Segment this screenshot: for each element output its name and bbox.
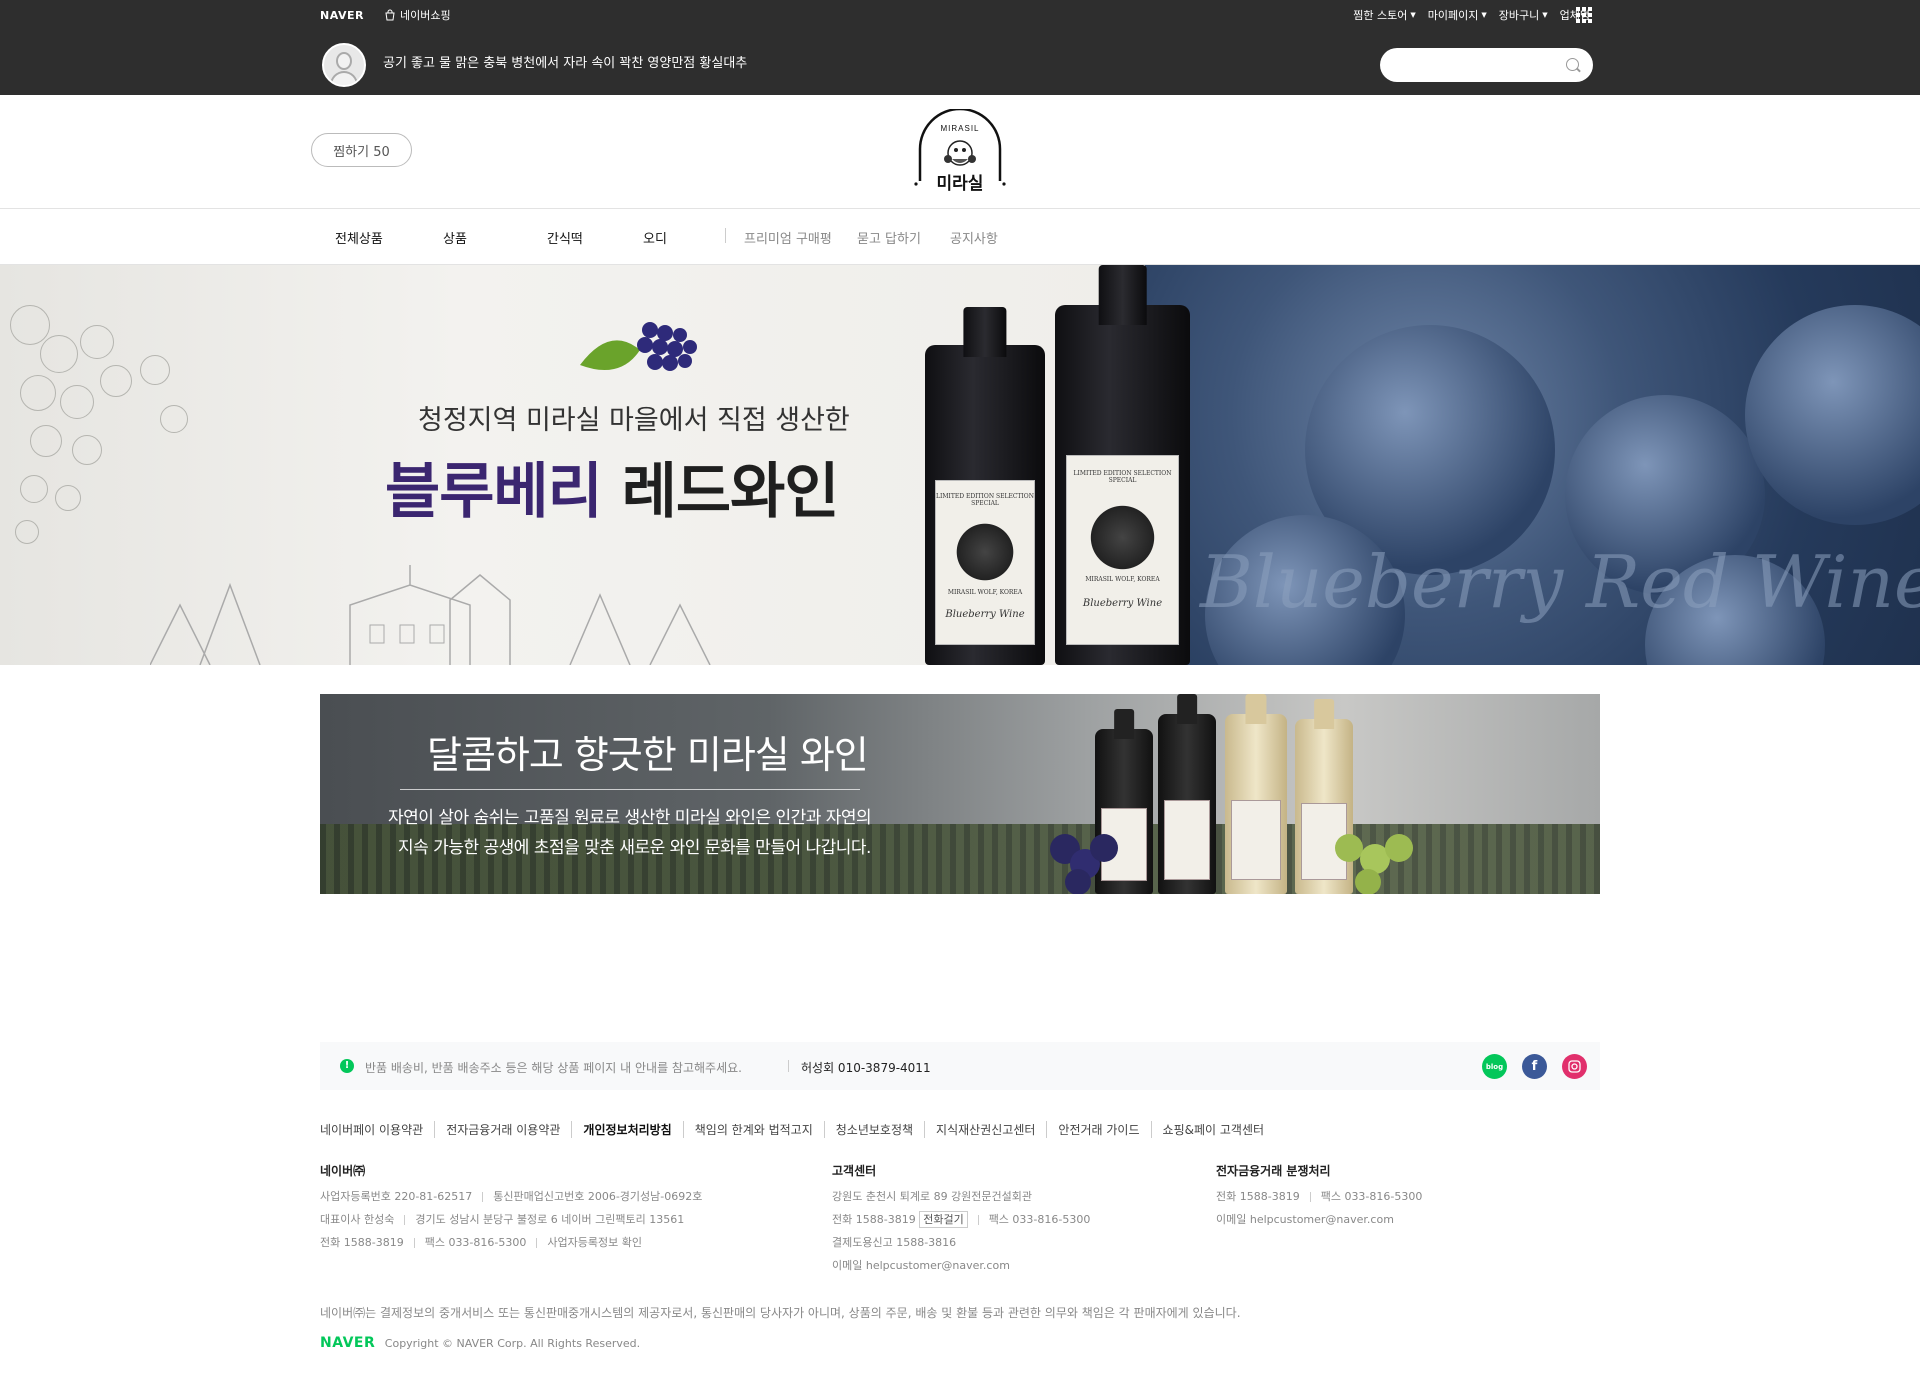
wine-bottle: LIMITED EDITION SELECTION SPECIAL MIRASI… [1055,265,1190,665]
mail-order-no: 통신판매업신고번호 2006-경기성남-0692호 [493,1190,703,1203]
blog-icon[interactable]: blog [1482,1054,1507,1079]
caret-down-icon: ▼ [1410,11,1416,19]
footer-link[interactable]: 네이버페이 이용약관 [320,1121,434,1138]
biz-info-link[interactable]: 사업자등록정보 확인 [547,1236,642,1249]
naver-shopping-label: 네이버쇼핑 [400,9,451,22]
store-info-bar: 공기 좋고 물 맑은 충북 병천에서 자라 속이 꽉찬 영양만점 황실대추 [0,33,1920,95]
seller-contact: 허성회 010-3879-4011 [801,1061,931,1075]
footer-link[interactable]: 지식재산권신고센터 [924,1121,1046,1138]
company-tel: 전화 1588-3819 [320,1236,404,1249]
company-address: 경기도 성남시 분당구 불정로 6 네이버 그린팩토리 13561 [415,1213,685,1226]
business-reg-no: 사업자등록번호 220-81-62517 [320,1190,473,1203]
footer-dispute: 전자금융거래 분쟁처리 전화 1588-3819 팩스 033-816-5300 … [1216,1160,1422,1231]
hero-title-red-wine: 레드와인 [621,457,840,527]
store-avatar[interactable] [322,43,366,87]
footer-link[interactable]: 책임의 한계와 법적고지 [682,1121,824,1138]
footer-link[interactable]: 청소년보호정책 [823,1121,924,1138]
hero-banner[interactable]: 청정지역 미라실 마을에서 직접 생산한 블루베리 레드와인 Blueberry… [0,265,1920,665]
nav-qna[interactable]: 묻고 답하기 [857,228,921,247]
search-icon[interactable] [1566,58,1579,71]
white-wine-bottle [1225,694,1287,894]
logo-text: 미라실 [937,174,984,194]
banner2-description-line2: 지속 가능한 공생에 초점을 맞춘 새로운 와인 문화를 만들어 나갑니다. [398,838,871,858]
naver-footer-logo[interactable]: NAVER [320,1335,375,1351]
copyright-text: Copyright © NAVER Corp. All Rights Reser… [384,1337,641,1350]
footer-copyright: NAVER Copyright © NAVER Corp. All Rights… [320,1335,640,1351]
nav-all-products[interactable]: 전체상품 [335,228,383,247]
customer-center-address: 강원도 춘천시 퇴계로 89 강원전문건설회관 [832,1190,1033,1203]
nav-snack-rice-cake[interactable]: 간식떡 [547,228,583,247]
customer-center-tel: 전화 1588-3819 [832,1213,916,1226]
instagram-icon[interactable] [1562,1054,1587,1079]
notice-divider [788,1060,789,1072]
village-sketch [150,565,711,665]
nav-products[interactable]: 상품 [443,228,467,247]
caret-down-icon: ▼ [1542,11,1548,19]
footer-link[interactable]: 쇼핑&페이 고객센터 [1150,1121,1276,1138]
customer-center-fax: 팩스 033-816-5300 [988,1213,1091,1226]
favorite-button[interactable]: 찜하기 50 [311,133,412,167]
naver-shopping-link[interactable]: 네이버쇼핑 [384,7,451,23]
logo-arc-text: MIRASIL [940,124,979,133]
footer-customer-center: 고객센터 강원도 춘천시 퇴계로 89 강원전문건설회관 전화 1588-381… [832,1160,1090,1277]
top-right-links: 찜한 스토어 ▼ 마이페이지 ▼ 장바구니 ▼ 업체명 [1353,7,1590,23]
naver-logo[interactable]: NAVER [320,9,364,22]
store-header: 찜하기 50 MIRASIL 미라실 [0,95,1920,209]
hero-subtitle: 청정지역 미라실 마을에서 직접 생산한 [418,405,850,436]
store-description: 공기 좋고 물 맑은 충북 병천에서 자라 속이 꽉찬 영양만점 황실대추 [383,56,748,71]
page: NAVER 네이버쇼핑 찜한 스토어 ▼ 마이페이지 ▼ 장바구니 ▼ 업체명 공기 … [0,0,1920,1400]
nav-premium-reviews[interactable]: 프리미엄 구매평 [744,228,832,247]
dispute-fax: 팩스 033-816-5300 [1320,1190,1423,1203]
mypage-link[interactable]: 마이페이지 ▼ [1428,7,1487,23]
nav-notice[interactable]: 공지사항 [950,228,998,247]
footer-company-info: 네이버㈜ 사업자등록번호 220-81-62517 통신판매업신고번호 2006-… [320,1160,702,1254]
footer-link[interactable]: 전자금융거래 이용약관 [434,1121,571,1138]
call-button[interactable]: 전화걸기 [919,1211,968,1228]
store-navigation: 전체상품 상품 간식떡 오디 프리미엄 구매평 묻고 답하기 공지사항 [0,209,1920,265]
favorite-stores-link[interactable]: 찜한 스토어 ▼ [1353,7,1416,23]
footer-disclaimer: 네이버㈜는 결제정보의 중개서비스 또는 통신판매중개시스템의 제공자로서, 통… [320,1306,1241,1320]
nav-mulberry[interactable]: 오디 [643,228,667,247]
dispute-heading: 전자금융거래 분쟁처리 [1216,1164,1331,1178]
blueberry-grapes-icon [580,322,697,371]
shopping-bag-icon [385,9,395,21]
footer-link-privacy[interactable]: 개인정보처리방침 [571,1121,682,1138]
nav-divider [725,228,726,243]
hero-title-blueberry: 블루베리 [385,457,603,527]
footer-link[interactable]: 안전거래 가이드 [1046,1121,1150,1138]
caret-down-icon: ▼ [1481,11,1487,19]
apps-grid-icon[interactable] [1576,7,1592,23]
white-wine-bottle [1295,699,1353,894]
mirasil-logo[interactable]: MIRASIL 미라실 [912,109,1008,199]
customer-center-heading: 고객센터 [832,1164,877,1178]
store-search-input[interactable] [1380,48,1593,82]
cart-link[interactable]: 장바구니 ▼ [1499,7,1548,23]
wine-bottle [1095,709,1153,894]
hero-script-text: Blueberry Red Wine [1200,540,1920,624]
customer-center-email[interactable]: 이메일 helpcustomer@naver.com [832,1254,1090,1277]
payment-fraud-report: 결제도용신고 1588-3816 [832,1236,957,1249]
wine-intro-banner[interactable]: 달콤하고 향긋한 미라실 와인 자연이 살아 숨쉬는 고품질 원료로 생산한 미… [320,694,1600,894]
wine-bottle: LIMITED EDITION SELECTION SPECIAL MIRASI… [925,307,1045,665]
return-notice-text: 반품 배송비, 반품 배송주소 등은 해당 상품 페이지 내 안내를 참고해주세… [365,1061,742,1075]
hero-title: 블루베리 레드와인 [385,443,840,530]
footer-policy-links: 네이버페이 이용약관 전자금융거래 이용약관 개인정보처리방침 책임의 한계와 … [320,1121,1275,1138]
company-fax: 팩스 033-816-5300 [424,1236,527,1249]
info-icon: ! [340,1059,354,1073]
banner2-title: 달콤하고 향긋한 미라실 와인 [427,733,869,777]
footer-notice-bar: ! 반품 배송비, 반품 배송주소 등은 해당 상품 페이지 내 안내를 참고해… [320,1042,1600,1090]
ceo-name: 대표이사 한성숙 [320,1213,395,1226]
dispute-email[interactable]: 이메일 helpcustomer@naver.com [1216,1208,1422,1231]
banner2-divider [400,789,860,790]
banner2-description-line1: 자연이 살아 숨쉬는 고품질 원료로 생산한 미라실 와인은 인간과 자연의 [388,808,872,828]
global-top-bar: NAVER 네이버쇼핑 찜한 스토어 ▼ 마이페이지 ▼ 장바구니 ▼ 업체명 [0,0,1920,33]
wine-bottle [1158,694,1216,894]
company-heading: 네이버㈜ [320,1164,366,1178]
dispute-tel: 전화 1588-3819 [1216,1190,1300,1203]
facebook-icon[interactable]: f [1522,1054,1547,1079]
